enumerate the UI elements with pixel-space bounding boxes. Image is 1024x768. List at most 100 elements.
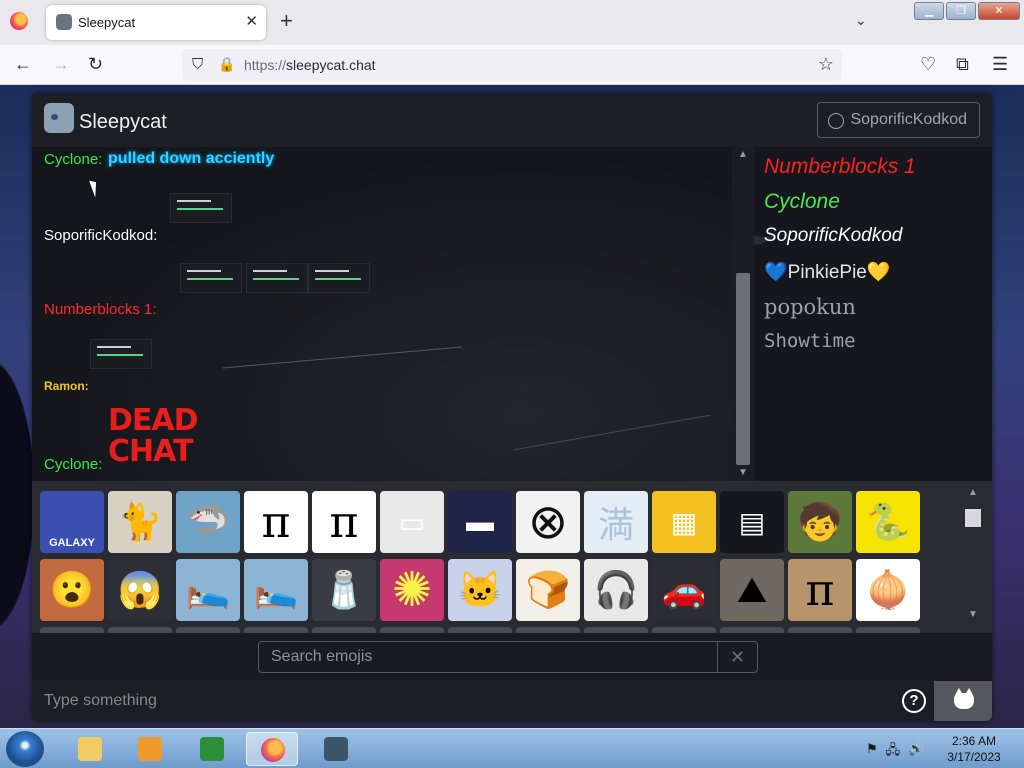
rays-emoji[interactable]: ✺: [380, 559, 444, 621]
message-author[interactable]: Cyclone:: [44, 456, 102, 473]
volume-icon[interactable]: 🔊: [908, 741, 924, 763]
message-author[interactable]: SoporificKodkod:: [44, 227, 157, 244]
salt-emoji[interactable]: 🧂: [312, 559, 376, 621]
user-list-item[interactable]: popokun: [764, 295, 856, 319]
tab-close-icon[interactable]: ✕: [245, 12, 258, 30]
extensions-icon[interactable]: ⧉: [956, 55, 969, 73]
emoji-partial[interactable]: [720, 627, 784, 633]
new-tab-button[interactable]: +: [280, 10, 293, 32]
taskbar-terminal[interactable]: [310, 732, 362, 766]
meme-image[interactable]: [170, 193, 232, 223]
user-list-item[interactable]: Numberblocks 1: [764, 155, 916, 179]
car-emoji[interactable]: 🚗: [652, 559, 716, 621]
message-input[interactable]: [32, 681, 892, 721]
taskbar-csharp[interactable]: [186, 732, 238, 766]
bookmark-star-icon[interactable]: ☆: [818, 54, 834, 75]
send-button[interactable]: [934, 681, 992, 721]
scroll-down-arrow-icon[interactable]: ▼: [738, 467, 748, 478]
pi-emoji-2[interactable]: π: [312, 491, 376, 553]
blanket-emoji-2[interactable]: 🛌: [244, 559, 308, 621]
user-list-item[interactable]: 💙PinkiePie💛: [764, 260, 891, 284]
chat-scrollbar[interactable]: ▲ ▼: [732, 147, 754, 481]
emoji-partial[interactable]: [856, 627, 920, 633]
forward-arrow-icon[interactable]: →: [52, 55, 70, 73]
emoji-partial[interactable]: [380, 627, 444, 633]
screenshot-emoji[interactable]: ▭: [380, 491, 444, 553]
rubble-emoji[interactable]: ⛰: [720, 559, 784, 621]
smoking-meme-emoji[interactable]: ▬: [448, 491, 512, 553]
chat-screenshot-emoji[interactable]: ▤: [720, 491, 784, 553]
tracking-shield-icon[interactable]: ⛉: [192, 56, 203, 73]
emoji-scrollbar[interactable]: ▲ ▼: [962, 481, 984, 633]
url-bar[interactable]: ⛉ 🔒 https://sleepycat.chat ☆: [182, 49, 842, 81]
onion-emoji[interactable]: 🧅: [856, 559, 920, 621]
emoji-grid[interactable]: GALAXY 🐈 🦈 π π ▭ ▬ ⊗ 満 ▦ ▤ 🧒 🐍 😮 😱 🛌 🛌 🧂 ✺ 🐱 🍞 🎧 🚗 ⛰ π 🧅: [40, 491, 930, 633]
emoji-partial[interactable]: [244, 627, 308, 633]
user-list-item[interactable]: Showtime: [764, 330, 856, 352]
emoji-partial[interactable]: [584, 627, 648, 633]
reload-icon[interactable]: ↻: [88, 55, 103, 73]
scroll-up-arrow-icon[interactable]: ▲: [968, 487, 978, 498]
emoji-partial[interactable]: [652, 627, 716, 633]
taskbar-explorer[interactable]: [64, 732, 116, 766]
x-circle-emoji[interactable]: ⊗: [516, 491, 580, 553]
no-step-snek-emoji[interactable]: 🐍: [856, 491, 920, 553]
dead-chat-image[interactable]: DEAD CHAT: [108, 405, 199, 469]
kid-emoji[interactable]: 🧒: [788, 491, 852, 553]
face-emoji[interactable]: 😮: [40, 559, 104, 621]
user-list-item[interactable]: SoporificKodkod: [764, 225, 902, 247]
scrollbar-thumb[interactable]: [736, 273, 750, 465]
action-center-flag-icon[interactable]: ⚑: [866, 741, 878, 763]
pocket-icon[interactable]: ♡: [920, 55, 936, 73]
emoji-partial[interactable]: [312, 627, 376, 633]
meme-image[interactable]: [246, 263, 308, 293]
url-text[interactable]: https://sleepycat.chat: [244, 57, 376, 73]
blanket-emoji[interactable]: 🛌: [176, 559, 240, 621]
clear-search-icon[interactable]: ✕: [717, 642, 757, 672]
tab-sleepycat[interactable]: Sleepycat ✕: [46, 5, 266, 40]
chat-messages[interactable]: Cyclone: pulled down acciently Soporific…: [32, 147, 732, 481]
pi-cookie-emoji[interactable]: π: [788, 559, 852, 621]
screaming-emoji[interactable]: 😱: [108, 559, 172, 621]
scrollbar-thumb[interactable]: [965, 509, 981, 527]
message-author[interactable]: Cyclone:: [44, 151, 102, 168]
meme-image[interactable]: [308, 263, 370, 293]
help-icon[interactable]: ?: [902, 689, 926, 713]
kanji-emoji[interactable]: 満: [584, 491, 648, 553]
emoji-partial[interactable]: [108, 627, 172, 633]
meme-image[interactable]: [90, 339, 152, 369]
taskbar-firefox[interactable]: [246, 732, 298, 766]
galaxy-emoji[interactable]: GALAXY: [40, 491, 104, 553]
emoji-partial[interactable]: [516, 627, 580, 633]
shark-girl-emoji[interactable]: 🦈: [176, 491, 240, 553]
hamburger-menu-icon[interactable]: ☰: [992, 55, 1008, 73]
cheez-its-emoji[interactable]: ▦: [652, 491, 716, 553]
headphones-emoji[interactable]: 🎧: [584, 559, 648, 621]
firefox-menu-icon[interactable]: [10, 12, 28, 30]
scroll-down-arrow-icon[interactable]: ▼: [968, 609, 978, 620]
emoji-partial[interactable]: [176, 627, 240, 633]
meme-image[interactable]: [180, 263, 242, 293]
lock-icon[interactable]: 🔒: [218, 56, 235, 73]
network-icon[interactable]: 🖧: [886, 741, 901, 763]
taskbar-media-player[interactable]: [124, 732, 176, 766]
emoji-partial[interactable]: [788, 627, 852, 633]
nyan-cat-emoji[interactable]: 🐱: [448, 559, 512, 621]
close-window-button[interactable]: ✕: [978, 2, 1020, 20]
emoji-partial[interactable]: [40, 627, 104, 633]
list-all-tabs-icon[interactable]: ⌄: [855, 12, 867, 29]
user-account-button[interactable]: SoporificKodkod: [817, 102, 980, 138]
maximize-button[interactable]: ❐: [946, 2, 976, 20]
user-list-item[interactable]: Cyclone: [764, 190, 840, 214]
minimize-button[interactable]: ▁: [914, 2, 944, 20]
pi-emoji[interactable]: π: [244, 491, 308, 553]
message-author[interactable]: Ramon:: [44, 379, 89, 393]
message-author[interactable]: Numberblocks 1:: [44, 301, 157, 318]
cat-emoji[interactable]: 🐈: [108, 491, 172, 553]
toast-emoji[interactable]: 🍞: [516, 559, 580, 621]
system-clock[interactable]: 2:36 AM 3/17/2023: [946, 733, 1002, 765]
emoji-search-input[interactable]: [259, 642, 717, 672]
back-arrow-icon[interactable]: ←: [14, 55, 32, 73]
start-button[interactable]: [6, 731, 44, 767]
scroll-up-arrow-icon[interactable]: ▲: [738, 149, 748, 160]
